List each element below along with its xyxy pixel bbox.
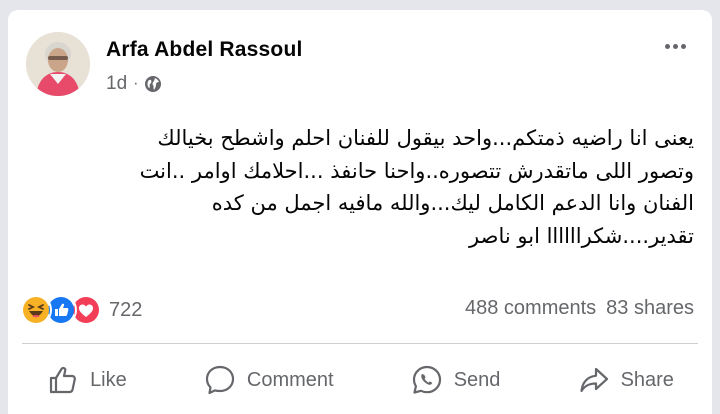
meta-separator: ·	[133, 75, 139, 92]
comments-count[interactable]: 488 comments	[465, 297, 596, 320]
post-text-line: يعنى انا راضيه ذمتكم...واحد بيقول للفنان…	[157, 126, 694, 150]
post-text-line: تقدير....شكراااااا ابو ناصر	[469, 223, 694, 248]
send-label: Send	[453, 368, 501, 391]
divider	[22, 343, 698, 344]
like-button[interactable]: Like	[46, 363, 127, 397]
share-label: Share	[620, 368, 674, 391]
post-text-line: الفنان وانا الدعم الكامل ليك...والله ماف…	[211, 191, 694, 215]
like-label: Like	[90, 368, 127, 391]
engagement-stats: 488 comments 83 shares	[465, 297, 694, 320]
shares-count[interactable]: 83 shares	[606, 297, 694, 320]
reaction-summary[interactable]: 722	[20, 294, 142, 326]
post-text-line: وتصور اللى ماتقدرش تتصوره..واحنا حانفذ .…	[139, 158, 694, 183]
post-time[interactable]: 1d	[106, 73, 127, 95]
haha-icon	[20, 294, 52, 326]
share-icon	[579, 367, 608, 393]
avatar[interactable]	[26, 32, 90, 96]
comment-button[interactable]: Comment	[203, 363, 334, 397]
share-button[interactable]: Share	[577, 363, 674, 397]
post-meta: 1d ·	[106, 73, 162, 95]
whatsapp-icon	[412, 365, 441, 394]
comment-label: Comment	[246, 368, 334, 391]
send-button[interactable]: Send	[410, 363, 501, 397]
thumbs-up-icon	[49, 366, 76, 394]
comment-icon	[205, 365, 234, 395]
post-text: يعنى انا راضيه ذمتكم...واحد بيقول للفنان…	[24, 122, 694, 252]
reaction-count: 722	[109, 298, 143, 321]
action-bar: Like Comment Send Share	[8, 350, 712, 410]
author-name[interactable]: Arfa Abdel Rassoul	[106, 38, 303, 62]
globe-icon[interactable]	[144, 75, 162, 93]
more-options-icon[interactable]	[660, 34, 690, 58]
post-card: Arfa Abdel Rassoul 1d · يعنى انا راضيه ذ…	[8, 10, 712, 414]
